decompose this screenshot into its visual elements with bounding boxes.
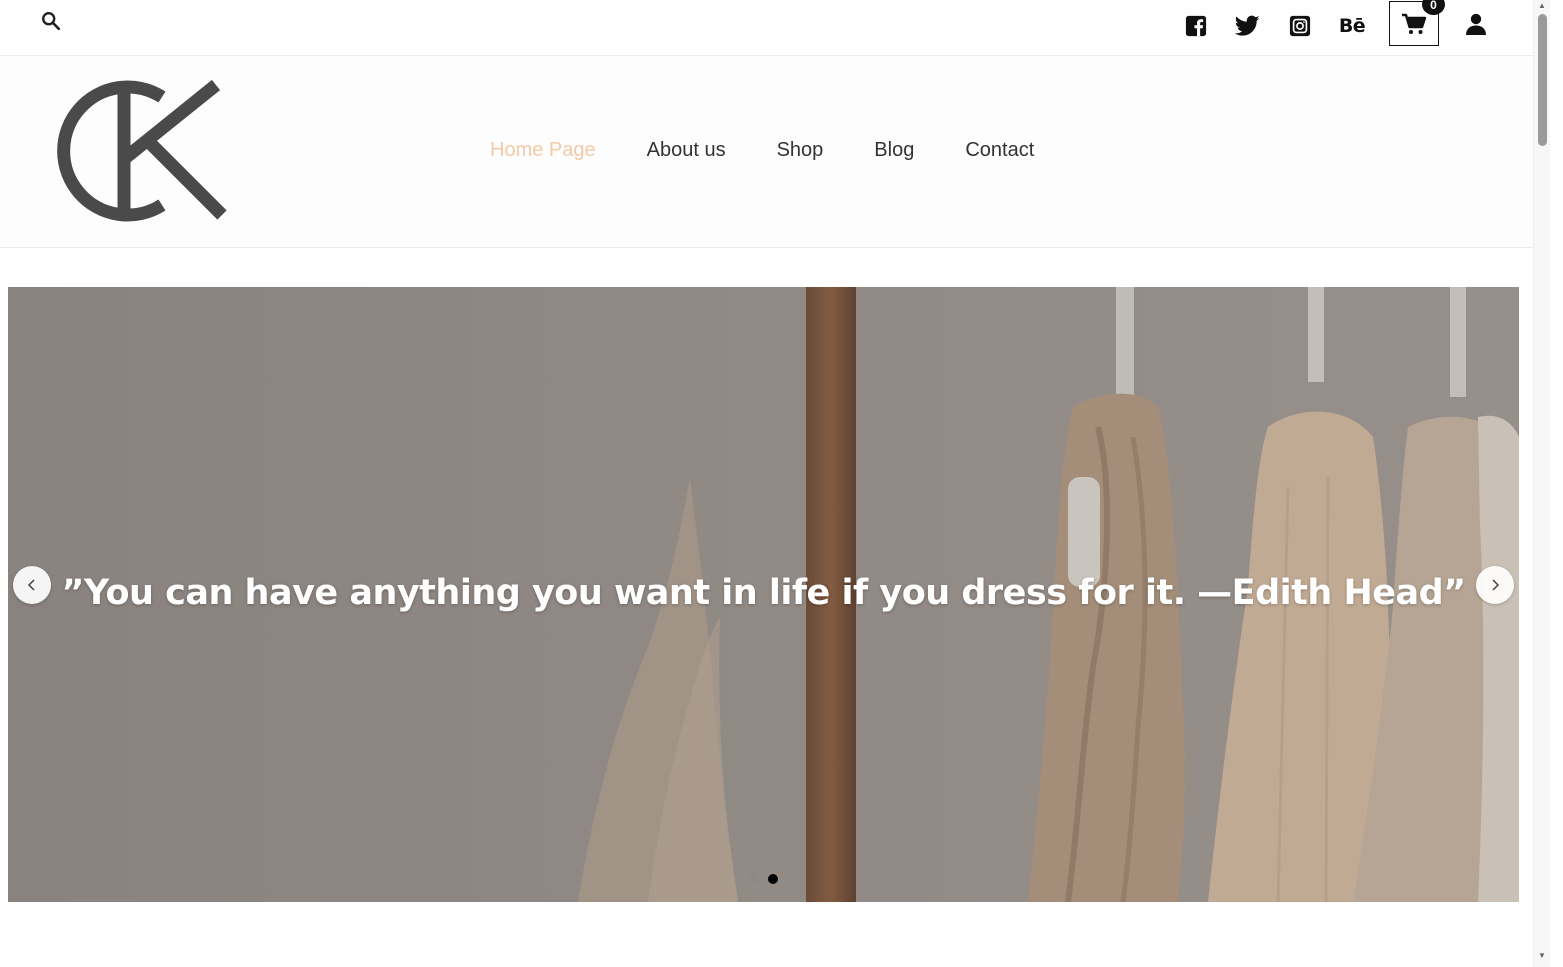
twitter-link[interactable] — [1233, 10, 1261, 42]
site-header: Home Page About us Shop Blog Contact — [0, 57, 1533, 248]
slider-dot-2[interactable] — [768, 874, 778, 884]
page-scrollbar[interactable]: ▲ ▼ — [1533, 0, 1550, 967]
search-button[interactable] — [36, 6, 66, 36]
slider-dot-1[interactable] — [748, 874, 758, 884]
ck-logo-icon — [57, 79, 227, 222]
user-icon — [1466, 13, 1486, 35]
hero-slider: ”You can have anything you want in life … — [8, 287, 1519, 902]
slider-dots — [748, 874, 788, 884]
cart-icon — [1402, 13, 1427, 34]
top-bar: Bē 0 — [0, 0, 1533, 56]
scroll-down-arrow-icon[interactable]: ▼ — [1538, 951, 1546, 960]
cart-count-badge: 0 — [1422, 0, 1445, 15]
site-logo[interactable] — [52, 79, 232, 224]
scroll-up-arrow-icon[interactable]: ▲ — [1538, 1, 1546, 10]
search-icon — [42, 12, 61, 31]
chevron-left-icon — [27, 579, 35, 591]
nav-shop[interactable]: Shop — [777, 139, 824, 162]
instagram-icon — [1289, 15, 1311, 37]
behance-icon: Bē — [1338, 15, 1366, 37]
facebook-icon — [1185, 15, 1207, 37]
chevron-right-icon — [1492, 579, 1500, 591]
slider-next-button[interactable] — [1476, 566, 1514, 604]
window-edge — [1550, 0, 1563, 967]
facebook-link[interactable] — [1182, 10, 1210, 42]
twitter-icon — [1234, 15, 1259, 36]
page: Bē 0 Home Page About us Shop Blog Contac… — [0, 0, 1563, 967]
instagram-link[interactable] — [1286, 10, 1314, 42]
hero-quote: ”You can have anything you want in life … — [61, 573, 1466, 613]
nav-about[interactable]: About us — [647, 139, 726, 162]
scrollbar-thumb[interactable] — [1538, 14, 1547, 146]
slider-prev-button[interactable] — [13, 566, 51, 604]
main-nav: Home Page About us Shop Blog Contact — [490, 139, 1085, 162]
behance-link[interactable]: Bē — [1336, 10, 1368, 42]
nav-home[interactable]: Home Page — [490, 139, 596, 162]
account-button[interactable] — [1462, 9, 1490, 39]
nav-blog[interactable]: Blog — [874, 139, 914, 162]
nav-contact[interactable]: Contact — [965, 139, 1034, 162]
